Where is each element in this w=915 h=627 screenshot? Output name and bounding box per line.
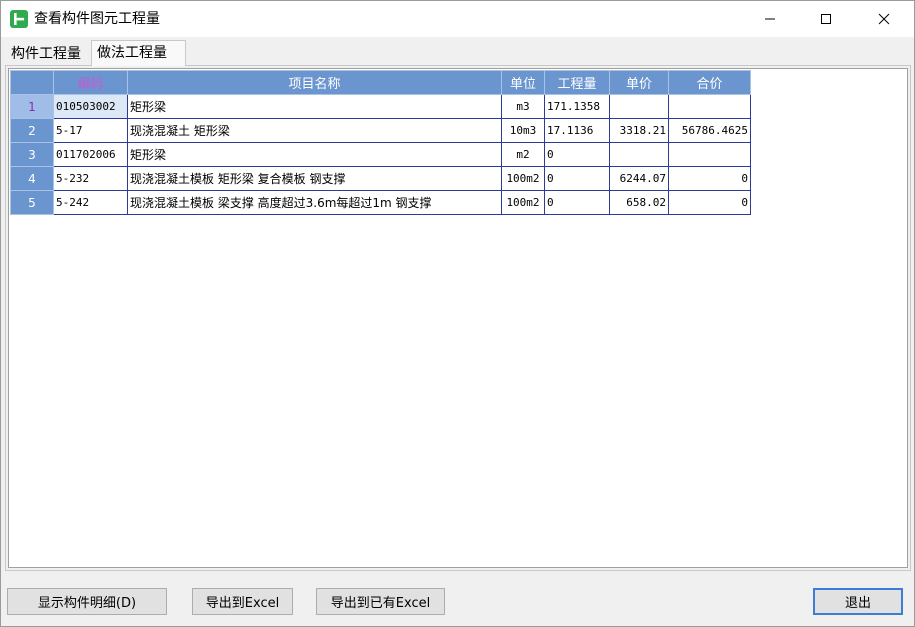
cell-price[interactable] — [609, 142, 669, 167]
table-row[interactable]: 5 5-242 现浇混凝土模板 梁支撑 高度超过3.6m每超过1m 钢支撑 10… — [10, 190, 751, 215]
app-logo-icon — [10, 10, 28, 28]
title-bar: 查看构件图元工程量 — [1, 1, 914, 37]
column-header-unit[interactable]: 单位 — [501, 70, 545, 95]
cell-quantity[interactable]: 17.1136 — [544, 118, 610, 143]
close-button[interactable] — [855, 1, 913, 37]
close-icon — [878, 13, 890, 25]
maximize-button[interactable] — [797, 1, 855, 37]
cell-code[interactable]: 010503002 — [53, 94, 128, 119]
row-number[interactable]: 1 — [10, 94, 54, 119]
minimize-button[interactable] — [741, 1, 799, 37]
maximize-icon — [821, 14, 831, 24]
cell-name[interactable]: 现浇混凝土模板 梁支撑 高度超过3.6m每超过1m 钢支撑 — [127, 190, 502, 215]
export-excel-button[interactable]: 导出到Excel — [192, 588, 293, 615]
minimize-icon — [765, 18, 775, 20]
table-row[interactable]: 3 011702006 矩形梁 m2 0 — [10, 142, 751, 167]
tab-component-quantity[interactable]: 构件工程量 — [5, 43, 91, 65]
column-header-name[interactable]: 项目名称 — [127, 70, 502, 95]
cell-unit[interactable]: 100m2 — [501, 190, 545, 215]
cell-quantity[interactable]: 171.1358 — [544, 94, 610, 119]
quantity-grid: 编码 项目名称 单位 工程量 单价 合价 1 010503002 矩形梁 m3 — [8, 68, 908, 568]
exit-button[interactable]: 退出 — [813, 588, 903, 615]
table-header-row: 编码 项目名称 单位 工程量 单价 合价 — [10, 70, 751, 95]
tab-method-quantity[interactable]: 做法工程量 — [91, 40, 186, 66]
cell-price[interactable] — [609, 94, 669, 119]
column-header-quantity[interactable]: 工程量 — [544, 70, 610, 95]
export-existing-excel-button[interactable]: 导出到已有Excel — [316, 588, 445, 615]
table-row[interactable]: 2 5-17 现浇混凝土 矩形梁 10m3 17.1136 3318.21 56… — [10, 118, 751, 143]
row-number[interactable]: 3 — [10, 142, 54, 167]
cell-price[interactable]: 3318.21 — [609, 118, 669, 143]
row-number-header — [10, 70, 54, 95]
cell-total[interactable] — [668, 94, 751, 119]
cell-name[interactable]: 现浇混凝土模板 矩形梁 复合模板 钢支撑 — [127, 166, 502, 191]
row-number[interactable]: 4 — [10, 166, 54, 191]
cell-code[interactable]: 5-242 — [53, 190, 128, 215]
window-title: 查看构件图元工程量 — [34, 11, 160, 27]
cell-name[interactable]: 现浇混凝土 矩形梁 — [127, 118, 502, 143]
cell-total[interactable]: 0 — [668, 190, 751, 215]
cell-quantity[interactable]: 0 — [544, 166, 610, 191]
row-number[interactable]: 5 — [10, 190, 54, 215]
cell-code[interactable]: 5-232 — [53, 166, 128, 191]
cell-code[interactable]: 011702006 — [53, 142, 128, 167]
column-header-code[interactable]: 编码 — [53, 70, 128, 95]
show-component-detail-button[interactable]: 显示构件明细(D) — [7, 588, 167, 615]
tab-panel: 编码 项目名称 单位 工程量 单价 合价 1 010503002 矩形梁 m3 — [5, 65, 911, 571]
cell-unit[interactable]: m2 — [501, 142, 545, 167]
cell-code[interactable]: 5-17 — [53, 118, 128, 143]
cell-total[interactable]: 56786.4625 — [668, 118, 751, 143]
cell-total[interactable] — [668, 142, 751, 167]
quantity-table: 编码 项目名称 单位 工程量 单价 合价 1 010503002 矩形梁 m3 — [10, 70, 751, 215]
quantity-viewer-window: 查看构件图元工程量 构件工程量 做法工程量 编码 项目名称 单位 工程量 单价 … — [0, 0, 915, 627]
column-header-total[interactable]: 合价 — [668, 70, 751, 95]
table-row[interactable]: 4 5-232 现浇混凝土模板 矩形梁 复合模板 钢支撑 100m2 0 624… — [10, 166, 751, 191]
cell-name[interactable]: 矩形梁 — [127, 94, 502, 119]
cell-quantity[interactable]: 0 — [544, 142, 610, 167]
row-number[interactable]: 2 — [10, 118, 54, 143]
cell-unit[interactable]: m3 — [501, 94, 545, 119]
cell-price[interactable]: 6244.07 — [609, 166, 669, 191]
cell-price[interactable]: 658.02 — [609, 190, 669, 215]
cell-name[interactable]: 矩形梁 — [127, 142, 502, 167]
cell-quantity[interactable]: 0 — [544, 190, 610, 215]
column-header-price[interactable]: 单价 — [609, 70, 669, 95]
cell-total[interactable]: 0 — [668, 166, 751, 191]
cell-unit[interactable]: 100m2 — [501, 166, 545, 191]
cell-unit[interactable]: 10m3 — [501, 118, 545, 143]
table-row[interactable]: 1 010503002 矩形梁 m3 171.1358 — [10, 94, 751, 119]
